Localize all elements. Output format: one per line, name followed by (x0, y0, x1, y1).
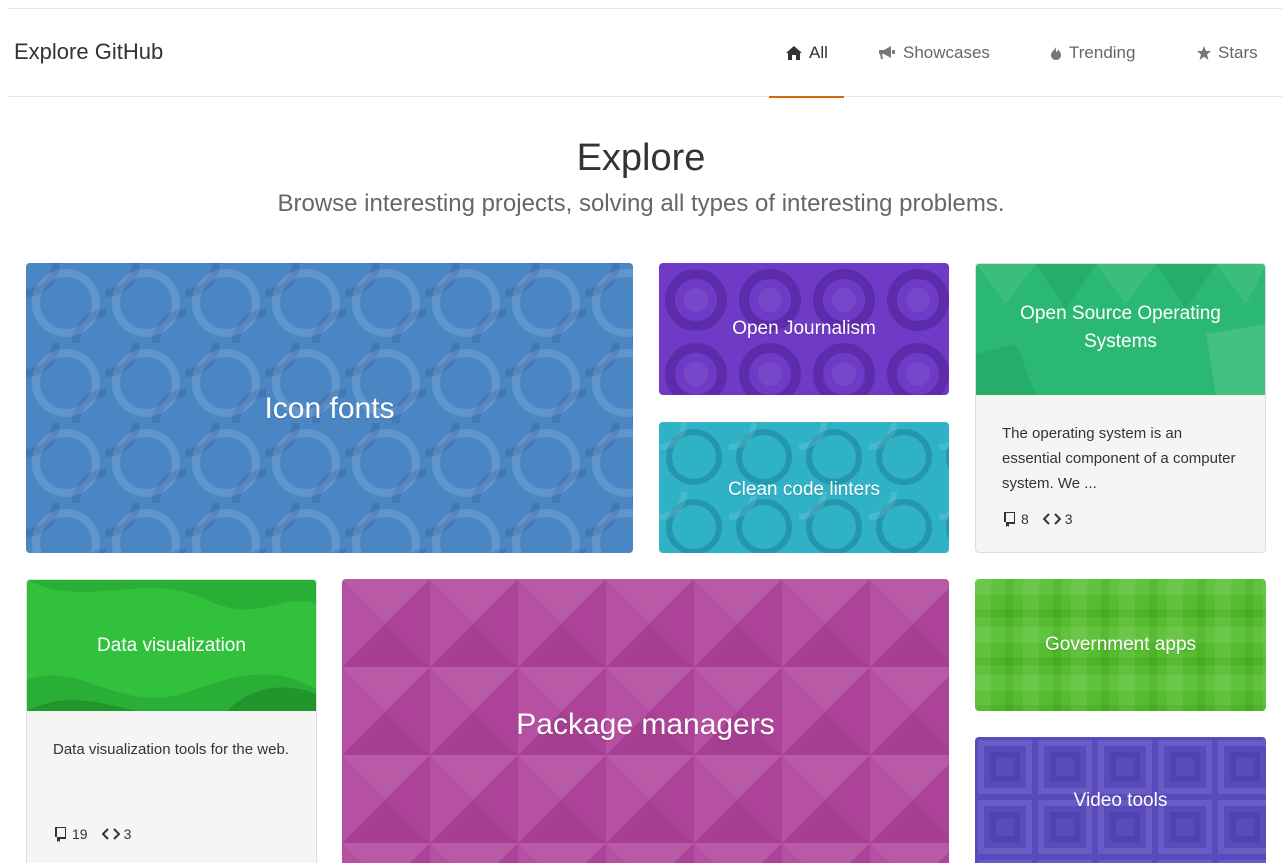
tab-all[interactable]: All (769, 9, 844, 98)
tile-label: Video tools (1073, 790, 1168, 811)
hero-subtitle: Browse interesting projects, solving all… (277, 190, 1005, 217)
home-icon (786, 46, 803, 60)
card-description: The operating system is an essential com… (1002, 425, 1236, 492)
tab-stars[interactable]: Stars (1196, 9, 1258, 97)
repo-count: 19 (53, 826, 88, 842)
megaphone-icon (879, 46, 895, 59)
card-title: Open Source Operating Systems (1020, 303, 1221, 352)
collection-tile-clean-code-linters[interactable]: Clean code linters (659, 422, 949, 553)
card-stats: 19 3 (53, 826, 145, 842)
card-title: Data visualization (97, 634, 246, 656)
collection-tile-open-journalism[interactable]: Open Journalism (659, 263, 949, 395)
site-header: Explore GitHub All Showcases Trending St… (8, 9, 1282, 98)
collection-card-os[interactable]: Open Source Operating Systems The operat… (975, 263, 1266, 553)
tile-label: Open Journalism (732, 318, 876, 339)
collection-tile-package-managers[interactable]: Package managers (342, 579, 949, 863)
explore-nav: All Showcases Trending Stars (762, 9, 1282, 98)
repo-count: 8 (1002, 511, 1029, 527)
card-stats: 8 3 (1002, 511, 1087, 527)
flame-icon (1051, 46, 1061, 60)
collection-tile-video-tools[interactable]: Video tools (975, 737, 1266, 863)
repo-icon (55, 827, 66, 842)
tile-label: Government apps (1044, 634, 1197, 655)
star-icon (1197, 46, 1211, 60)
hero-title: Explore (576, 137, 706, 179)
card-banner: Data visualization (27, 580, 316, 711)
page-title: Explore GitHub (14, 39, 164, 64)
code-icon (101, 828, 120, 840)
tab-all-label: All (809, 43, 828, 62)
tab-trending-label: Trending (1069, 43, 1136, 62)
collection-card-data-visualization[interactable]: Data visualization Data visualization to… (26, 579, 317, 863)
code-icon (1042, 513, 1061, 525)
tab-trending[interactable]: Trending (1049, 9, 1135, 97)
card-description: Data visualization tools for the web. (53, 741, 289, 758)
card-banner: Open Source Operating Systems (976, 264, 1265, 395)
tab-showcases[interactable]: Showcases (877, 9, 990, 97)
language-count: 3 (1042, 511, 1073, 527)
tile-label: Clean code linters (727, 479, 881, 500)
repo-icon (1004, 512, 1015, 527)
tab-stars-label: Stars (1218, 43, 1258, 62)
tab-showcases-label: Showcases (903, 43, 990, 62)
collection-tile-government-apps[interactable]: Government apps (975, 579, 1266, 711)
language-count: 3 (101, 826, 131, 842)
tile-label: Package managers (516, 708, 775, 741)
tile-label: Icon fonts (264, 392, 395, 425)
collection-tile-icon-fonts[interactable]: Icon fonts (26, 263, 633, 553)
